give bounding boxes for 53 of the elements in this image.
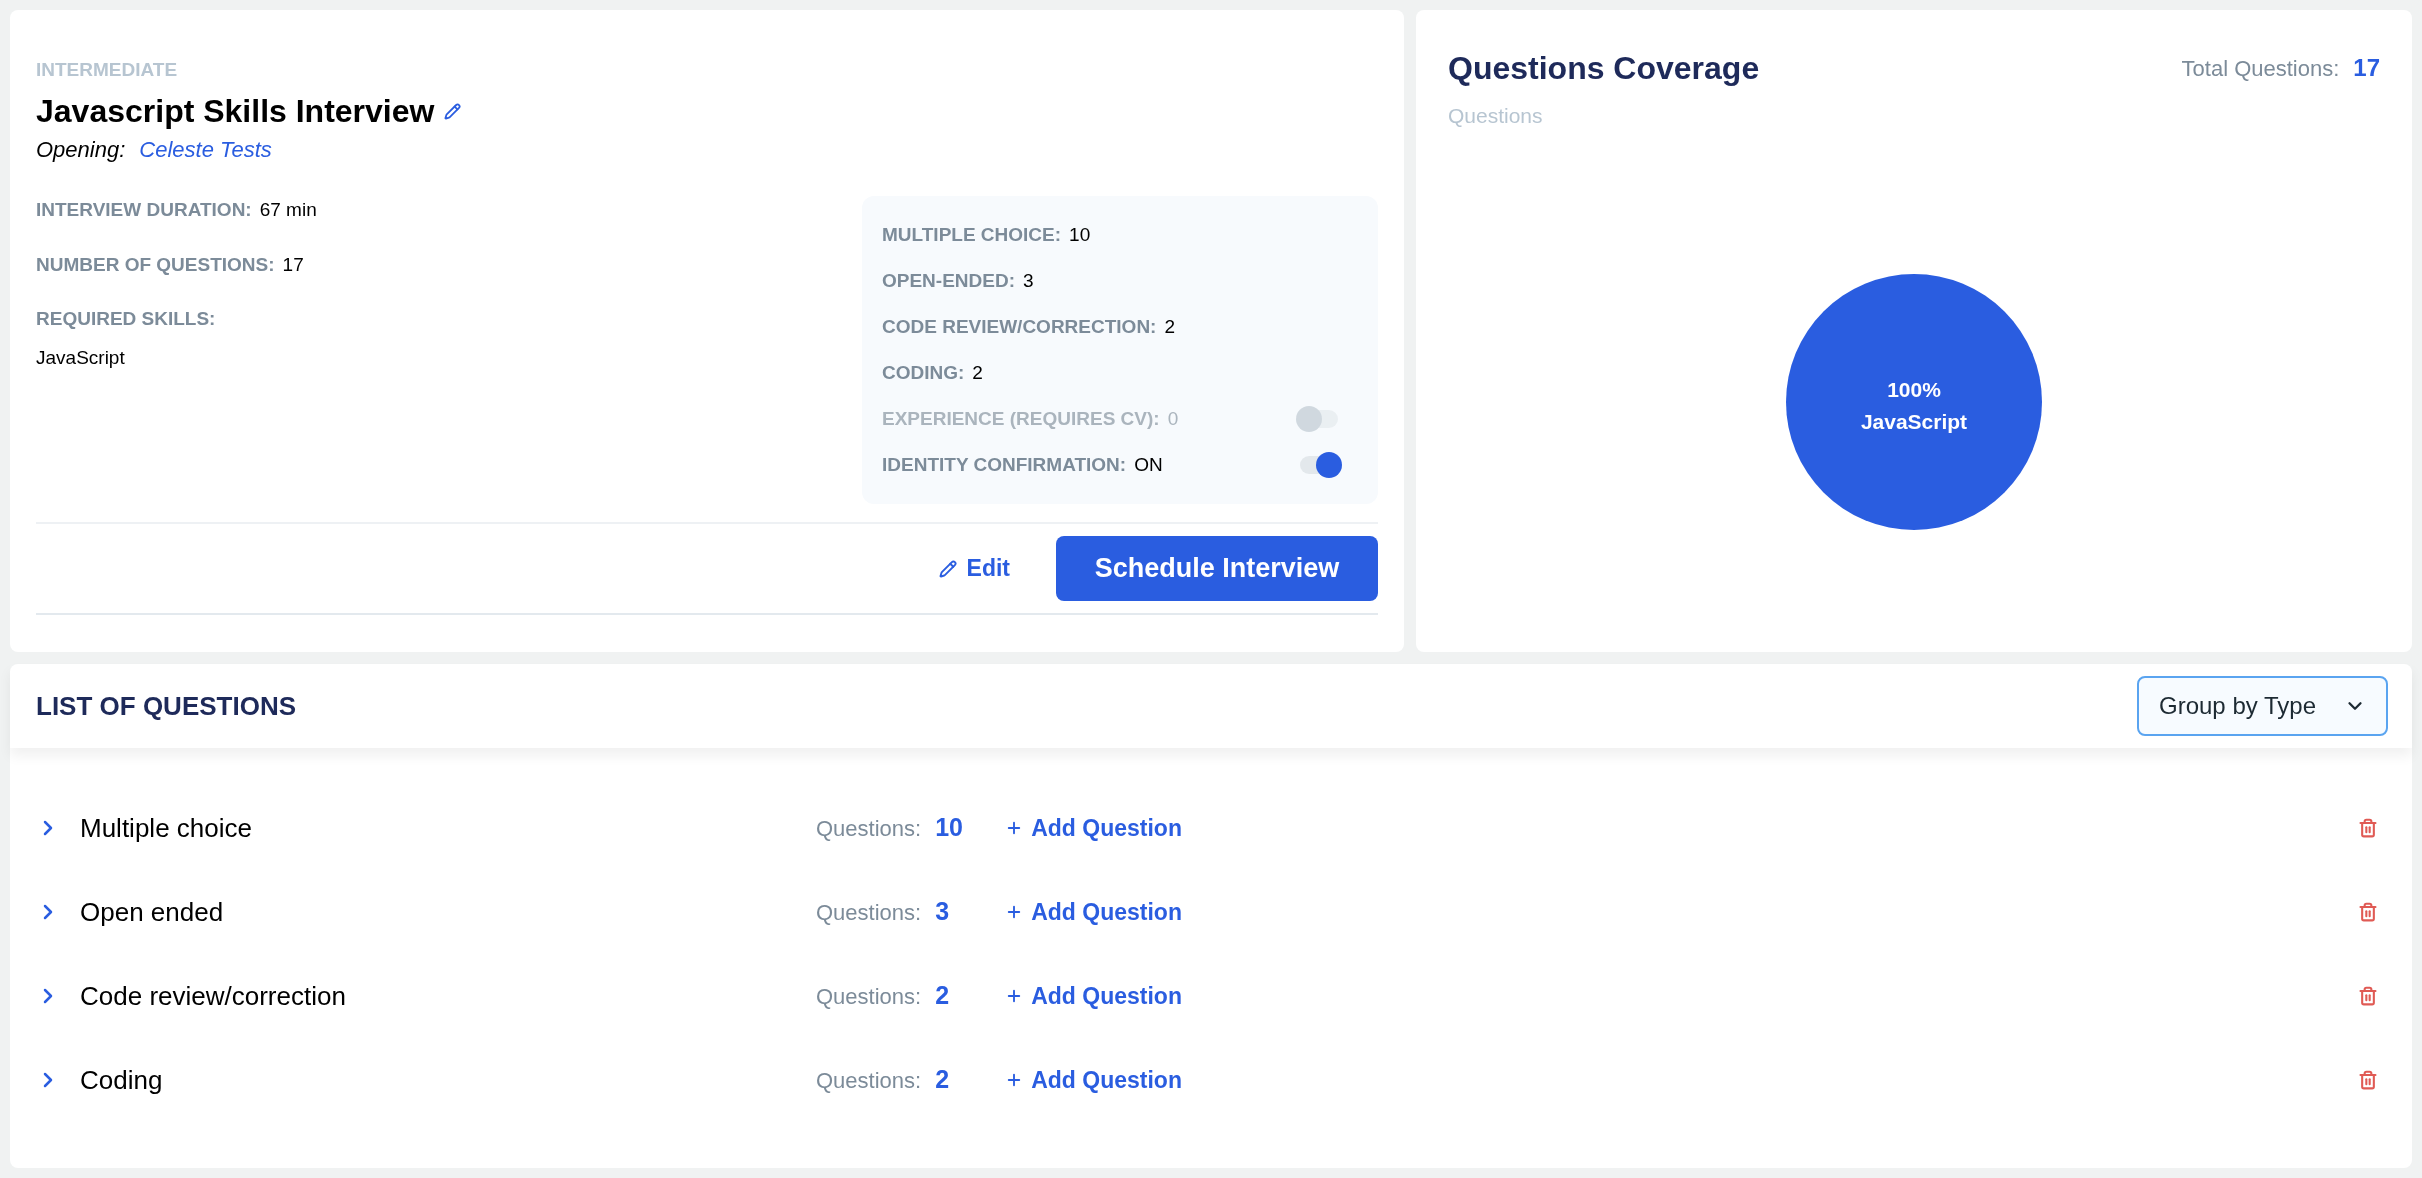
detail-value: 67 min [259, 198, 317, 222]
breakdown-label: CODE REVIEW/CORRECTION: [882, 314, 1157, 339]
total-questions-label: Total Questions: [2181, 54, 2340, 83]
add-question-button[interactable]: Add Question [1005, 1062, 1182, 1098]
breakdown-label: MULTIPLE CHOICE: [882, 222, 1062, 247]
questions-count-label: Questions: [816, 982, 922, 1011]
opening-label: Opening: [36, 136, 126, 164]
coverage-subtitle: Questions [1448, 103, 1544, 129]
slice-label: 100% JavaScript [1860, 377, 1968, 433]
questions-count-label: Questions: [816, 898, 922, 927]
question-type-name: Open ended [80, 895, 225, 929]
breakdown-label: OPEN-ENDED: [882, 268, 1015, 293]
detail-value: JavaScript [36, 345, 126, 370]
detail-label: INTERVIEW DURATION: [36, 198, 252, 222]
breakdown-label: CODING: [882, 360, 965, 385]
edit-icon[interactable] [444, 102, 462, 120]
breakdown-value: 0 [1167, 406, 1179, 431]
pencil-icon [938, 559, 957, 578]
add-question-button[interactable]: Add Question [1005, 978, 1182, 1014]
edit-button[interactable]: Edit [938, 551, 1010, 586]
group-by-dropdown[interactable]: Group by Type [2137, 676, 2388, 736]
add-question-button[interactable]: Add Question [1005, 810, 1182, 846]
questions-count: 3 [935, 896, 951, 928]
questions-count: 2 [935, 1064, 951, 1096]
schedule-interview-button[interactable]: Schedule Interview [1056, 536, 1378, 601]
questions-count: 2 [935, 980, 951, 1012]
breakdown-value: 2 [1164, 314, 1176, 339]
delete-icon[interactable] [2358, 818, 2378, 838]
delete-icon[interactable] [2358, 902, 2378, 922]
questions-count-label: Questions: [816, 1066, 922, 1095]
questions-count: 10 [935, 812, 964, 844]
question-type-name: Multiple choice [80, 811, 253, 845]
total-questions-count: 17 [2353, 53, 2380, 83]
breakdown-value: ON [1134, 452, 1163, 477]
breakdown-label: IDENTITY CONFIRMATION: [882, 452, 1127, 477]
detail-value: 17 [282, 252, 304, 277]
delete-icon[interactable] [2358, 1070, 2378, 1090]
level-label: INTERMEDIATE [36, 60, 179, 79]
breakdown-value: 3 [1023, 268, 1034, 293]
breakdown-value: 2 [972, 360, 983, 385]
questions-list-title: LIST OF QUESTIONS [36, 689, 296, 723]
opening-link[interactable]: Celeste Tests [139, 133, 272, 166]
breakdown-value: 10 [1069, 222, 1091, 247]
detail-label: NUMBER OF QUESTIONS: [36, 252, 275, 277]
detail-label: REQUIRED SKILLS: [36, 307, 217, 331]
question-type-name: Code review/correction [80, 979, 347, 1013]
interview-title: Javascript Skills Interview [36, 92, 435, 131]
breakdown-label: EXPERIENCE (REQUIRES CV): [882, 406, 1160, 431]
coverage-title: Questions Coverage [1448, 49, 1760, 88]
question-type-name: Coding [80, 1063, 164, 1097]
delete-icon[interactable] [2358, 986, 2378, 1006]
questions-count-label: Questions: [816, 814, 922, 843]
add-question-button[interactable]: Add Question [1005, 894, 1182, 930]
